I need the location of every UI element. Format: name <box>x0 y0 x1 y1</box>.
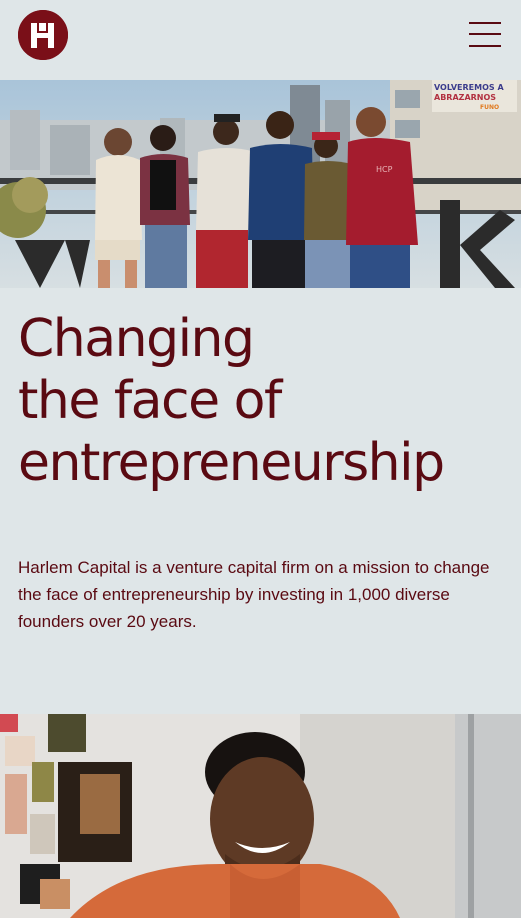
menu-bar-middle <box>469 33 501 35</box>
mission-description: Harlem Capital is a venture capital firm… <box>18 558 490 631</box>
sign-text-2: ABRAZARNOS <box>434 93 496 102</box>
page-headline: Changing the face of entrepreneurship <box>18 308 508 494</box>
team-group-photo: VOLVEREMOS A ABRAZARNOS FUNO HCP <box>0 80 521 288</box>
shirt-text: HCP <box>376 165 393 174</box>
headline-line-2: the face of <box>18 371 282 431</box>
site-header <box>0 0 521 80</box>
harlem-capital-logo-icon[interactable] <box>18 10 68 60</box>
sign-text-3: FUNO <box>480 104 499 111</box>
menu-bar-top <box>469 22 501 24</box>
hamburger-menu-icon[interactable] <box>469 20 501 48</box>
founder-photo <box>0 714 521 918</box>
sign-text-1: VOLVEREMOS A <box>434 83 504 92</box>
headline-line-1: Changing <box>18 309 255 369</box>
menu-bar-bottom <box>469 45 501 47</box>
headline-line-3: entrepreneurship <box>18 433 445 493</box>
